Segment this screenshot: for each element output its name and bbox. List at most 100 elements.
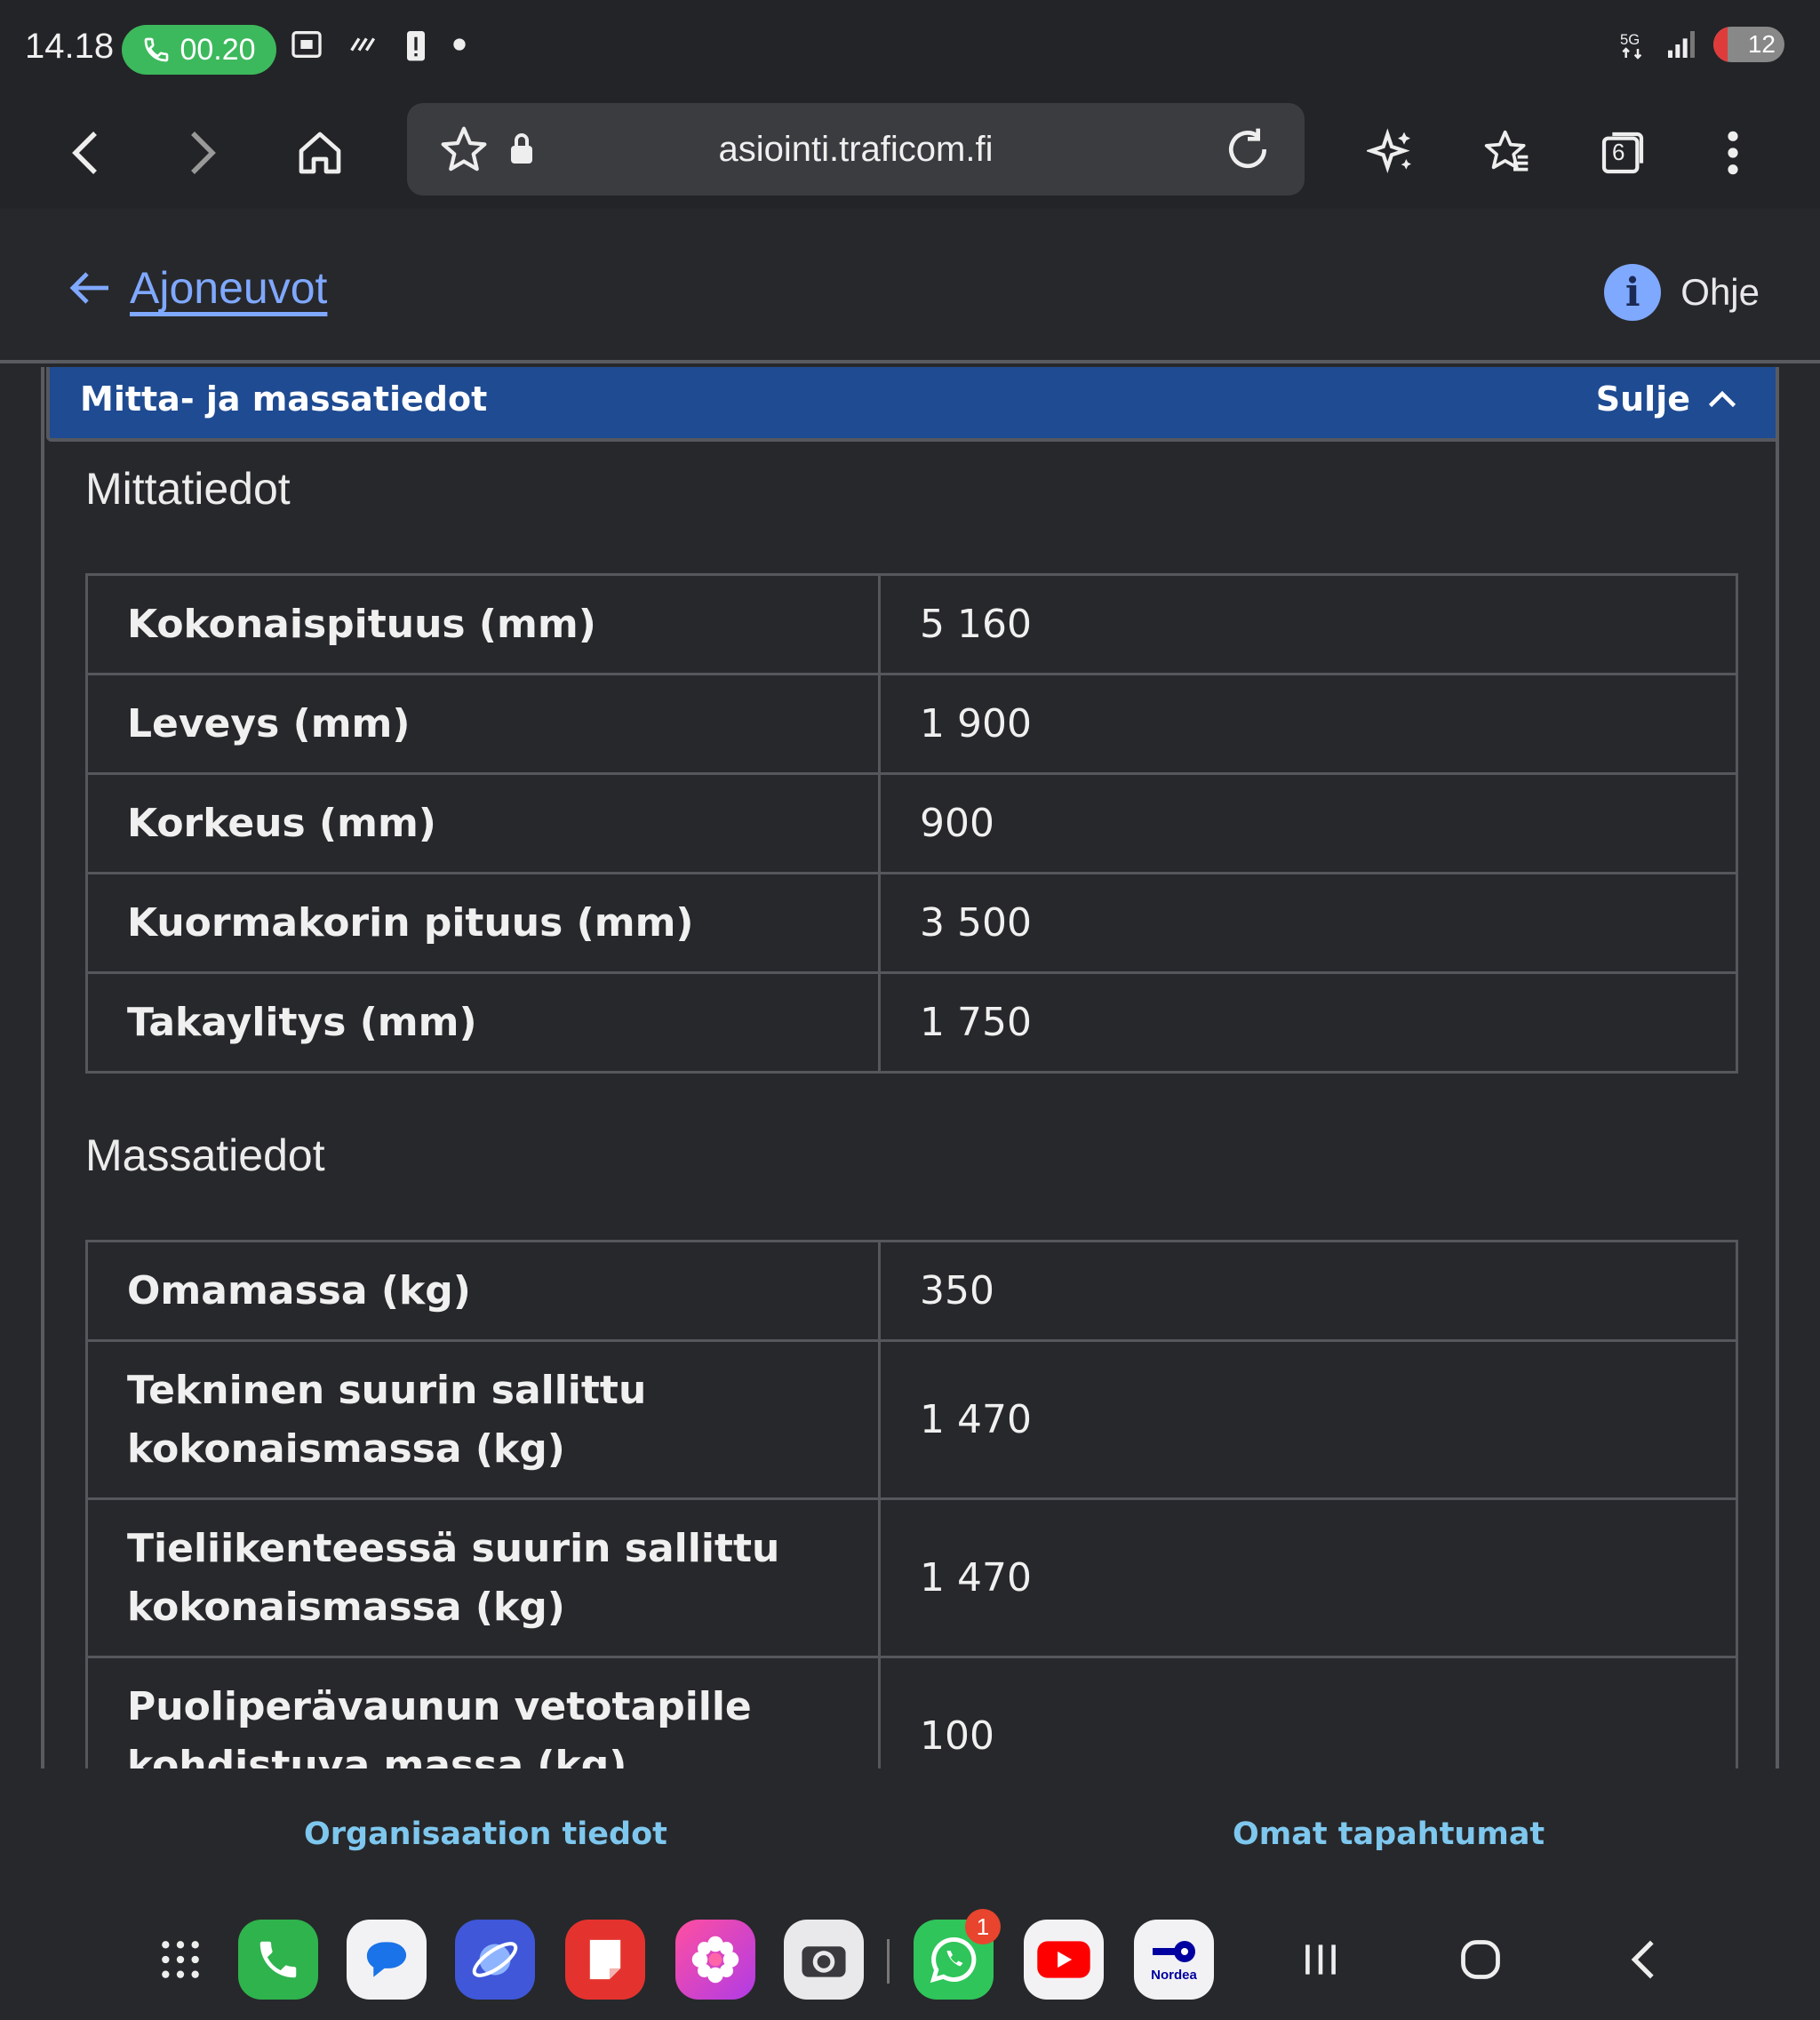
table-row: Korkeus (mm) 900 (85, 772, 1738, 874)
phone-icon (145, 37, 169, 62)
mass-label: Tieliikenteessä suurin sallittu kokonais… (85, 1497, 881, 1658)
battery-indicator: 12 (1713, 27, 1784, 62)
table-row: Takaylitys (mm) 1 750 (85, 971, 1738, 1074)
organisation-info-link[interactable]: Organisaation tiedot (304, 1816, 667, 1852)
recents-button[interactable] (1285, 1928, 1356, 1991)
youtube-play-icon (1037, 1941, 1090, 1978)
table-row: Tieliikenteessä suurin sallittu kokonais… (85, 1497, 1738, 1658)
status-icons-left (289, 27, 468, 62)
youtube-app[interactable] (1024, 1920, 1104, 2000)
recents-icon (1305, 1944, 1336, 1975)
tabs-button[interactable]: 6 (1585, 116, 1660, 190)
phone-app-icon (259, 1941, 297, 1978)
table-row: Puoliperävaunun vetotapille kohdistuva m… (85, 1656, 1738, 1771)
whatsapp-app[interactable]: 1 (914, 1909, 1001, 2000)
home-circle-icon (1461, 1940, 1500, 1979)
url-text: asiointi.traficom.fi (718, 130, 994, 169)
section-close-button[interactable]: Sulje (1596, 379, 1738, 419)
battery-level: 12 (1747, 30, 1776, 58)
status-icons-right: 5G 12 (1617, 27, 1784, 62)
home-nav-button[interactable] (1445, 1928, 1516, 1991)
home-icon (299, 132, 341, 174)
dimension-value: 5 160 (878, 573, 1738, 675)
bottom-nav: Organisaation tiedot Omat tapahtumat (0, 1768, 1820, 1902)
browser-toolbar: asiointi.traficom.fi 6 (0, 98, 1820, 209)
alert-battery-icon (407, 31, 425, 61)
app-drawer-button[interactable] (140, 1920, 220, 2000)
dimensions-table: Kokonaispituus (mm) 5 160 Leveys (mm) 1 … (85, 573, 1738, 1074)
status-time: 14.18 (25, 27, 115, 66)
address-bar[interactable]: asiointi.traficom.fi (407, 103, 1305, 196)
reload-icon[interactable] (1223, 124, 1273, 174)
chat-bubble-icon (366, 1942, 407, 1977)
bookmarks-list-icon (1484, 130, 1529, 172)
dimension-label: Takaylitys (mm) (85, 971, 881, 1074)
internet-app[interactable] (455, 1920, 535, 2000)
table-row: Omamassa (kg) 350 (85, 1240, 1738, 1342)
help-label: Ohje (1680, 271, 1760, 313)
back-link[interactable]: Ajoneuvot (69, 262, 327, 314)
nordea-app[interactable]: Nordea (1134, 1920, 1214, 2000)
chevron-up-icon (1708, 390, 1736, 408)
app-dock: 1 Nordea (0, 1902, 1820, 2020)
table-row: Kuormakorin pituus (mm) 3 500 (85, 872, 1738, 974)
own-events-link[interactable]: Omat tapahtumat (1233, 1816, 1545, 1852)
mass-value: 1 470 (878, 1339, 1738, 1500)
messages-app[interactable] (347, 1920, 427, 2000)
sparkle-icon (1367, 128, 1411, 173)
camera-app[interactable] (784, 1920, 864, 2000)
nfc-icon (350, 37, 376, 52)
dimension-label: Korkeus (mm) (85, 772, 881, 874)
dimension-label: Kokonaispituus (mm) (85, 573, 881, 675)
chevron-right-icon (191, 132, 216, 174)
camera-icon (802, 1946, 846, 1977)
nordea-key-icon (1153, 1940, 1195, 1962)
mass-value: 350 (878, 1240, 1738, 1342)
section-header[interactable]: Mitta- ja massatiedot Sulje (46, 367, 1776, 442)
gallery-app[interactable] (675, 1920, 755, 2000)
call-duration: 00.20 (180, 32, 256, 67)
ai-assist-button[interactable] (1354, 116, 1429, 190)
status-bar: 14.18 00.20 5G 12 (0, 0, 1820, 98)
info-icon: i (1604, 264, 1662, 321)
svg-text:5G: 5G (1620, 31, 1640, 48)
notification-dot-icon (453, 38, 466, 51)
flower-icon (691, 1936, 739, 1984)
notes-app[interactable] (565, 1920, 645, 2000)
mass-label: Omamassa (kg) (85, 1240, 881, 1342)
bookmarks-button[interactable] (1470, 116, 1545, 190)
arrow-left-icon (69, 272, 108, 304)
dimension-value: 3 500 (878, 872, 1738, 974)
masses-table: Omamassa (kg) 350 Tekninen suurin sallit… (85, 1240, 1738, 1771)
dimensions-heading: Mittatiedot (85, 464, 291, 514)
back-nav-button[interactable] (1607, 1928, 1678, 1991)
table-row: Tekninen suurin sallittu kokonaismassa (… (85, 1339, 1738, 1500)
back-link-label[interactable]: Ajoneuvot (130, 262, 327, 314)
mass-value: 1 470 (878, 1497, 1738, 1658)
signal-icon (1668, 31, 1695, 58)
chevron-left-icon (72, 132, 97, 174)
table-row: Kokonaispituus (mm) 5 160 (85, 573, 1738, 675)
menu-button[interactable] (1696, 116, 1770, 190)
grid-dots-icon (162, 1941, 199, 1978)
screen-recorder-icon (291, 31, 322, 58)
call-indicator[interactable]: 00.20 (122, 25, 276, 75)
page-header: Ajoneuvot i Ohje (0, 209, 1820, 363)
5g-icon: 5G (1620, 31, 1642, 60)
whatsapp-badge: 1 (965, 1909, 1001, 1944)
table-row: Leveys (mm) 1 900 (85, 673, 1738, 775)
mass-value: 100 (878, 1656, 1738, 1771)
globe-orbit-icon (472, 1942, 518, 1977)
help-button[interactable]: i Ohje (1604, 264, 1760, 321)
forward-button[interactable] (165, 116, 240, 190)
home-button[interactable] (283, 116, 357, 190)
dimension-label: Kuormakorin pituus (mm) (85, 872, 881, 974)
tab-count: 6 (1612, 139, 1625, 165)
dock-divider (887, 1939, 890, 1984)
note-icon (589, 1939, 621, 1980)
back-chevron-icon (1631, 1940, 1654, 1979)
section-close-label: Sulje (1595, 379, 1690, 419)
back-button[interactable] (48, 116, 123, 190)
mass-label: Puoliperävaunun vetotapille kohdistuva m… (85, 1656, 881, 1771)
phone-app[interactable] (238, 1920, 318, 2000)
